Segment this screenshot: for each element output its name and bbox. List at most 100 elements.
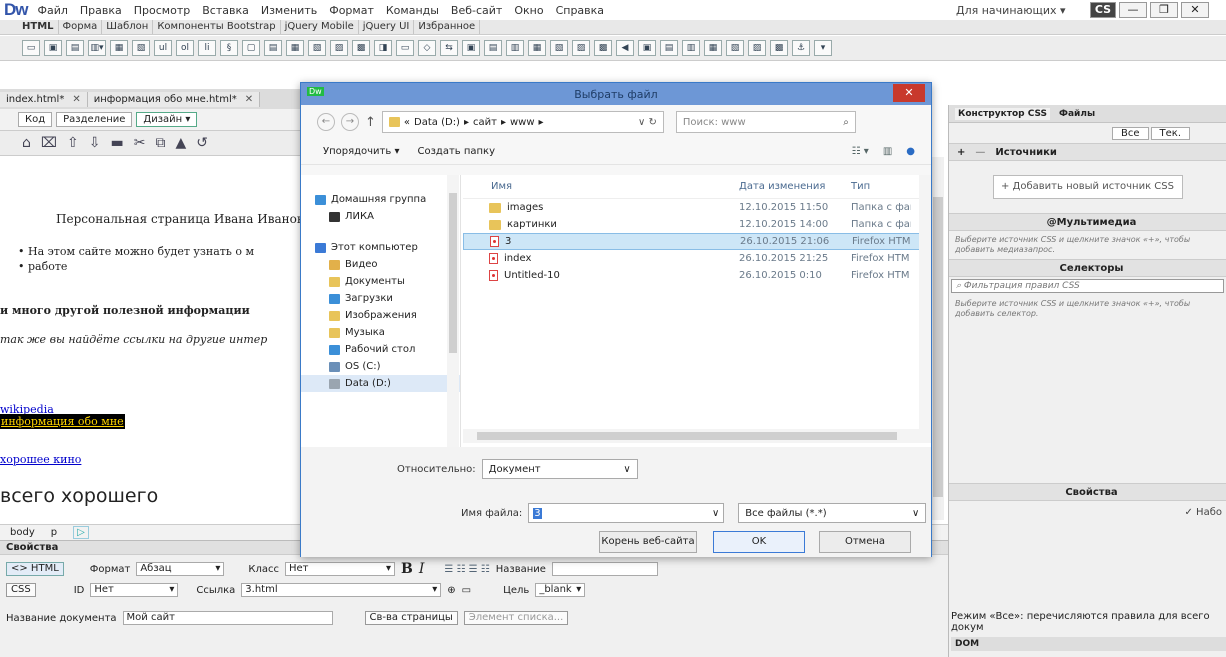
insert-tool-icon[interactable]: ◨ [374, 40, 392, 56]
insert-tool-icon[interactable]: ⇆ [440, 40, 458, 56]
close-icon[interactable]: ✕ [1181, 2, 1209, 18]
back-icon[interactable]: ← [317, 113, 335, 131]
preview-pane-icon[interactable]: ▥ [883, 146, 892, 157]
mode-current-button[interactable]: Тек. [1150, 126, 1190, 140]
nav-item[interactable]: Рабочий стол [301, 341, 460, 358]
doc-tool-icon[interactable]: ↺ [196, 135, 208, 151]
file-hscrollbar[interactable] [463, 429, 931, 443]
doc-tab-about[interactable]: информация обо мне.html* ✕ [87, 91, 261, 107]
file-row[interactable]: Untitled-10 26.10.2015 0:10 Firefox HTM [463, 267, 931, 284]
insert-tool-icon[interactable]: ▭ [396, 40, 414, 56]
about-me-link[interactable]: информация обо мне [0, 414, 125, 429]
insert-tool-icon[interactable]: ▥ [506, 40, 524, 56]
insert-tool-icon[interactable]: ▩ [770, 40, 788, 56]
insert-tool-icon[interactable]: ▨ [572, 40, 590, 56]
nav-item[interactable]: Data (D:) [301, 375, 460, 392]
file-vscrollbar[interactable] [919, 175, 931, 429]
breadcrumb-data[interactable]: Data (D:) [414, 117, 460, 128]
folder-icon[interactable]: ▭ [462, 585, 471, 596]
insert-tool-icon[interactable]: ▭ [22, 40, 40, 56]
column-name[interactable]: Имя [463, 181, 739, 192]
column-date[interactable]: Дата изменения [739, 181, 851, 192]
design-scrollbar[interactable] [930, 157, 944, 520]
insert-tool-icon[interactable]: ▩ [352, 40, 370, 56]
insert-tool-icon[interactable]: ◀ [616, 40, 634, 56]
insert-tool-icon[interactable]: ▩ [594, 40, 612, 56]
view-code-button[interactable]: Код [18, 112, 53, 127]
doc-tool-icon[interactable]: ▬ [111, 135, 124, 151]
sources-section[interactable]: + — Источники [949, 143, 1226, 161]
menu-site[interactable]: Веб-сайт [451, 4, 502, 17]
scroll-thumb[interactable] [933, 197, 943, 497]
search-input[interactable]: Поиск: www ⌕ [675, 111, 856, 133]
tag-play-icon[interactable]: ▷ [73, 526, 89, 539]
insert-tool-icon[interactable]: ▧ [308, 40, 326, 56]
close-tab-icon[interactable]: ✕ [72, 94, 80, 105]
file-row[interactable]: 3 26.10.2015 21:06 Firefox HTM [463, 233, 931, 250]
name-input[interactable] [551, 562, 658, 576]
scroll-thumb[interactable] [449, 193, 457, 353]
ok-button[interactable]: OK [713, 531, 805, 553]
target-globe-icon[interactable]: ⊕ [447, 585, 455, 596]
nav-scrollbar[interactable] [447, 175, 459, 447]
insert-tool-icon[interactable]: ol [176, 40, 194, 56]
doc-tool-icon[interactable]: ⌂ [22, 135, 31, 151]
insert-tool-icon[interactable]: ▣ [44, 40, 62, 56]
insert-tool-icon[interactable]: li [198, 40, 216, 56]
filename-input[interactable]: 3 ∨ [528, 503, 725, 523]
link-input[interactable]: 3.html ▾ [241, 583, 442, 597]
insert-tool-icon[interactable]: ⚓ [792, 40, 810, 56]
insert-tab-favorites[interactable]: Избранное [414, 20, 481, 34]
bold-button[interactable]: B [401, 561, 413, 577]
insert-tab-form[interactable]: Форма [59, 20, 103, 34]
help-icon[interactable]: ● [906, 146, 915, 157]
doc-tool-icon[interactable]: ▲ [175, 135, 186, 151]
doc-tool-icon[interactable]: ⇩ [89, 135, 101, 151]
nav-item[interactable]: Документы [301, 273, 460, 290]
file-row[interactable]: index 26.10.2015 21:25 Firefox HTM [463, 250, 931, 267]
insert-tool-icon[interactable]: ▥ [682, 40, 700, 56]
breadcrumb-www[interactable]: www [510, 117, 535, 128]
insert-tool-icon[interactable]: ▦ [704, 40, 722, 56]
insert-tab-jquery-ui[interactable]: jQuery UI [359, 20, 415, 34]
menu-window[interactable]: Окно [514, 4, 543, 17]
nav-item[interactable]: Загрузки [301, 290, 460, 307]
insert-tool-icon[interactable]: ▤ [264, 40, 282, 56]
insert-tab-jquery-mobile[interactable]: jQuery Mobile [281, 20, 359, 34]
address-bar[interactable]: « Data (D:) ▸ сайт ▸ www ▸ ∨ ↻ [381, 111, 664, 133]
relative-select[interactable]: Документ ∨ [481, 459, 638, 479]
menu-commands[interactable]: Команды [386, 4, 439, 17]
insert-tool-icon[interactable]: ▣ [638, 40, 656, 56]
cs-button[interactable]: CS [1090, 2, 1116, 18]
good-movies-link[interactable]: хорошее кино [0, 453, 81, 466]
insert-tab-bootstrap[interactable]: Компоненты Bootstrap [153, 20, 281, 34]
nav-item[interactable]: Домашняя группа [301, 191, 460, 208]
nav-item[interactable]: Музыка [301, 324, 460, 341]
menu-modify[interactable]: Изменить [261, 4, 317, 17]
minus-icon[interactable]: — [975, 147, 985, 158]
format-select[interactable]: Абзац ▾ [136, 562, 225, 576]
media-section[interactable]: @Мультимедиа [949, 213, 1226, 231]
doc-tool-icon[interactable]: ⌧ [41, 135, 57, 151]
insert-tool-icon[interactable]: ▨ [748, 40, 766, 56]
nav-item[interactable]: ЛИКА [301, 208, 460, 225]
menu-insert[interactable]: Вставка [202, 4, 249, 17]
insert-tool-icon[interactable]: ▾ [814, 40, 832, 56]
show-set-checkbox[interactable]: ✓ Набо [949, 501, 1226, 524]
insert-tool-icon[interactable]: ▢ [242, 40, 260, 56]
menu-format[interactable]: Формат [329, 4, 374, 17]
menu-edit[interactable]: Правка [80, 4, 122, 17]
menu-view[interactable]: Просмотр [134, 4, 190, 17]
mode-all-button[interactable]: Все [1112, 126, 1149, 140]
file-row[interactable]: картинки 12.10.2015 14:00 Папка с фай [463, 216, 931, 233]
page-properties-button[interactable]: Св-ва страницы [364, 611, 458, 625]
new-folder-button[interactable]: Создать папку [417, 146, 495, 157]
view-split-button[interactable]: Разделение [56, 112, 133, 127]
selectors-section[interactable]: Селекторы [949, 259, 1226, 277]
column-type[interactable]: Тип [851, 181, 911, 192]
add-css-source-button[interactable]: + Добавить новый источник CSS [992, 175, 1183, 199]
scroll-thumb[interactable] [477, 432, 897, 440]
address-dropdown-icon[interactable]: ∨ ↻ [638, 117, 657, 128]
properties-section[interactable]: Свойства [949, 483, 1226, 501]
insert-tool-icon[interactable]: ▣ [462, 40, 480, 56]
